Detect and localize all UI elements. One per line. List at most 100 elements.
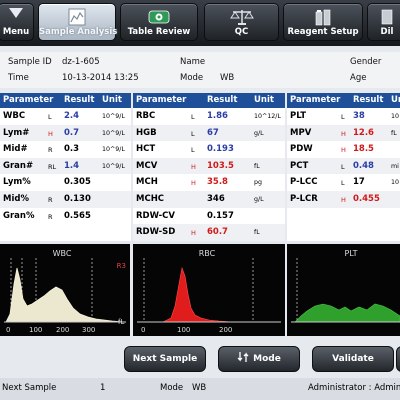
time-value: 10-13-2014 13:25	[62, 73, 139, 83]
parameter-row[interactable]: PLT L 38 10	[287, 108, 400, 125]
parameter-unit: pg	[254, 179, 262, 187]
plt-parameter-table: Parameter Result Unit PLT L 38 10 MPV H 12.6 fL PDW…	[287, 93, 400, 241]
parameter-value: 1.4	[64, 160, 80, 171]
parameter-row[interactable]: PDW H 18.5	[287, 141, 400, 158]
parameter-name: Lym#	[3, 127, 30, 138]
tab-table-review[interactable]: Table Review	[120, 3, 198, 41]
parameter-row[interactable]: MCHC 346 g/L	[133, 190, 285, 208]
parameter-row[interactable]: P-LCR H 0.455	[287, 190, 400, 208]
parameter-row[interactable]: Gran% R 0.565	[0, 207, 131, 225]
parameter-flag: H	[48, 129, 53, 138]
parameter-row[interactable]: HGB L 67 g/L	[133, 124, 285, 142]
parameter-value: 0.3	[64, 144, 80, 155]
tab-label: Dil	[380, 27, 394, 37]
parameter-name: RDW-CV	[136, 210, 175, 221]
parameter-flag: H	[341, 129, 346, 138]
parameter-name: Gran%	[3, 210, 35, 221]
film-reel-icon	[148, 10, 170, 24]
parameter-row[interactable]: Gran# RL 1.4 10^9/L	[0, 157, 131, 175]
parameter-value: 0.565	[64, 210, 91, 221]
status-bar: Next Sample 1 Mode WB Administrator : Ad…	[0, 378, 400, 400]
next-sample-button[interactable]: Next Sample	[124, 346, 206, 372]
parameter-flag: H	[191, 179, 196, 188]
parameter-value: 0.193	[207, 144, 234, 155]
plt-distribution-curve	[294, 303, 400, 323]
parameter-row[interactable]: MPV H 12.6 fL	[287, 124, 400, 142]
tab-label: Reagent Setup	[287, 27, 359, 37]
table-header: Parameter Result Unit	[0, 93, 131, 108]
histogram-panel: WBC R3 0 100 200 300 fL RBC 0 100 200 PL…	[0, 244, 400, 336]
sample-id-value: dz-1-605	[62, 57, 100, 67]
menu-button[interactable]: Menu	[0, 3, 34, 41]
parameter-row[interactable]: Lym% 0.305	[0, 174, 131, 191]
parameter-value: 0.48	[353, 160, 374, 171]
column-header-parameter: Parameter	[3, 95, 54, 105]
parameter-value: 0.130	[64, 193, 91, 204]
more-actions-button[interactable]	[396, 346, 400, 372]
tab-reagent-setup[interactable]: Reagent Setup	[283, 3, 363, 41]
tab-sample-analysis[interactable]: Sample Analysis	[38, 3, 118, 41]
mode-value: WB	[220, 73, 235, 83]
parameter-name: Gran#	[3, 160, 34, 171]
parameter-row[interactable]: WBC L 2.4 10^9/L	[0, 108, 131, 125]
parameter-row[interactable]: P-LCC L 17 10	[287, 174, 400, 191]
parameter-value: 35.8	[207, 177, 228, 188]
parameter-row[interactable]: Lym# H 0.7 10^9/L	[0, 124, 131, 142]
column-header-parameter: Parameter	[290, 95, 341, 105]
menu-label: Menu	[2, 27, 30, 37]
parameter-row[interactable]: HCT L 0.193	[133, 141, 285, 158]
name-label: Name	[180, 57, 206, 67]
parameter-name: MPV	[290, 127, 312, 138]
mode-button-label: Mode	[253, 354, 281, 364]
wbc-distribution-curve	[5, 267, 125, 323]
parameter-name: P-LCC	[290, 177, 318, 188]
parameter-row[interactable]: MCH H 35.8 pg	[133, 174, 285, 191]
parameter-flag: L	[341, 113, 345, 121]
parameter-unit: fL	[254, 229, 260, 237]
parameter-value: 2.4	[64, 111, 80, 121]
rbc-histogram-title: RBC	[199, 249, 216, 258]
top-toolbar: Menu Sample Analysis Table Review QC Rea…	[0, 0, 400, 46]
parameter-name: PDW	[290, 144, 313, 155]
sample-id-label: Sample ID	[8, 57, 52, 67]
parameter-flag: H	[341, 146, 346, 155]
parameter-name: HGB	[136, 127, 157, 138]
chart-icon	[68, 8, 86, 26]
parameter-row[interactable]: RDW-SD H 60.7 fL	[133, 224, 285, 241]
mode-button[interactable]: Mode	[218, 346, 300, 372]
parameter-unit: mi	[391, 162, 399, 170]
plt-histogram: PLT	[287, 244, 400, 336]
parameter-row[interactable]: Mid% R 0.130	[0, 190, 131, 208]
tab-dil[interactable]: Dil	[367, 3, 400, 41]
parameter-name: PCT	[290, 160, 309, 171]
gender-label: Gender	[350, 57, 382, 67]
tab-label: Sample Analysis	[39, 27, 118, 37]
parameter-row[interactable]: RBC L 1.86 10^12/L	[133, 108, 285, 125]
validate-label: Validate	[332, 354, 374, 364]
tab-qc[interactable]: QC	[204, 3, 279, 41]
parameter-row[interactable]: Mid# R 0.3 10^9/L	[0, 141, 131, 158]
parameter-name: MCHC	[136, 193, 165, 204]
parameter-value: 67	[207, 127, 219, 138]
parameter-unit: 10	[391, 179, 400, 187]
tab-label: QC	[234, 27, 249, 37]
parameter-row[interactable]: MCV H 103.5 fL	[133, 157, 285, 175]
column-header-unit: Unit	[102, 95, 122, 105]
parameter-flag: R	[48, 195, 53, 204]
age-label: Age	[350, 73, 367, 83]
parameter-name: Mid#	[3, 144, 28, 155]
parameter-value: 0.7	[64, 127, 80, 138]
column-header-result: Result	[207, 95, 238, 105]
parameter-unit: 10^9/L	[102, 113, 125, 120]
parameter-flag: H	[191, 162, 196, 171]
rbc-parameter-table: Parameter Result Unit RBC L 1.86 10^12/L HGB L 67…	[133, 93, 285, 241]
parameter-tables: Parameter Result Unit WBC L 2.4 10^9/L Lym# H 0.7…	[0, 93, 400, 241]
column-header-unit: Unit	[391, 95, 400, 105]
validate-button[interactable]: Validate	[312, 346, 394, 372]
parameter-row[interactable]: RDW-CV 0.157	[133, 207, 285, 225]
parameter-unit: 10^9/L	[102, 129, 125, 137]
rbc-tick-100: 100	[177, 326, 190, 334]
parameter-value: 1.86	[207, 111, 228, 121]
parameter-row[interactable]: PCT L 0.48 mi	[287, 157, 400, 175]
wbc-tick-0: 0	[6, 326, 10, 334]
